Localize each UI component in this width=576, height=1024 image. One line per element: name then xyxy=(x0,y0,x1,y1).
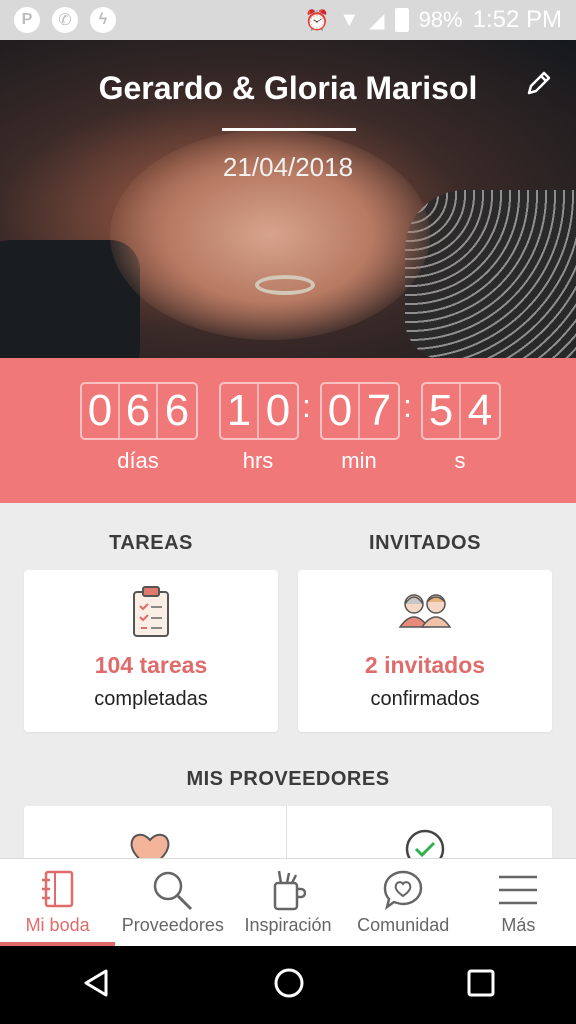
countdown-label-seconds: s xyxy=(454,448,466,473)
countdown-digit: 6 xyxy=(120,384,158,438)
countdown-hours: 1 0 xyxy=(219,382,299,440)
battery-icon xyxy=(394,8,409,32)
tab-label: Mi boda xyxy=(25,915,90,935)
title-divider xyxy=(222,128,356,131)
tareas-sub: completadas xyxy=(94,688,208,710)
menu-icon xyxy=(499,875,538,905)
tab-label: Más xyxy=(501,915,536,935)
tab-comunidad[interactable]: Comunidad xyxy=(346,859,461,946)
system-nav-bar xyxy=(0,946,576,1024)
notebook-icon xyxy=(41,870,73,908)
tab-mas[interactable]: Más xyxy=(461,859,576,946)
countdown-colon: : xyxy=(302,388,311,424)
recents-icon[interactable] xyxy=(466,968,496,1003)
invitados-count: 2 invitados xyxy=(364,652,486,678)
countdown-label-minutes: min xyxy=(341,448,377,473)
alarm-icon: ⏰ xyxy=(304,9,330,32)
guests-icon xyxy=(398,590,452,633)
pencil-icon[interactable] xyxy=(524,68,554,98)
photo-ring xyxy=(255,275,315,295)
countdown-digit: 0 xyxy=(82,384,120,438)
countdown: 0 6 6 1 0 : 0 7 : 5 4 días hrs min s xyxy=(0,358,576,503)
tab-label: Comunidad xyxy=(357,915,450,935)
status-bar: P ✆ ϟ ⏰ ▼ ◢ 98% 1:52 PM xyxy=(0,0,576,40)
countdown-digit: 6 xyxy=(164,386,190,435)
proveedores-card[interactable] xyxy=(24,806,552,866)
chat-heart-icon xyxy=(383,870,423,910)
tab-label: Inspiración xyxy=(244,915,332,935)
tareas-card[interactable]: 104 tareas completadas xyxy=(24,570,278,732)
battery-level: 98% xyxy=(418,7,463,32)
tab-mi-boda[interactable]: Mi boda xyxy=(0,859,116,946)
wifi-icon: ▼ xyxy=(339,8,360,31)
invitados-title: INVITADOS xyxy=(369,532,481,554)
hero-photo: Gerardo & Gloria Marisol 21/04/2018 xyxy=(0,40,576,358)
countdown-label-days: días xyxy=(117,448,159,473)
couple-name: Gerardo & Gloria Marisol xyxy=(98,70,478,106)
clock: 1:52 PM xyxy=(472,6,562,33)
invitados-sub: confirmados xyxy=(370,688,480,710)
search-icon xyxy=(153,871,192,911)
home-icon[interactable] xyxy=(272,966,306,1005)
tab-inspiracion[interactable]: Inspiración xyxy=(230,859,345,946)
tab-label: Proveedores xyxy=(121,915,224,935)
invitados-card[interactable]: 2 invitados confirmados xyxy=(298,570,552,732)
back-icon[interactable] xyxy=(80,967,112,1004)
tareas-title: TAREAS xyxy=(109,532,193,554)
tareas-count: 104 tareas xyxy=(94,652,208,678)
countdown-label-hours: hrs xyxy=(242,448,274,473)
pinterest-icon: P xyxy=(14,7,40,33)
whatsapp-icon: ✆ xyxy=(52,7,78,33)
proveedores-title: MIS PROVEEDORES xyxy=(186,768,390,790)
countdown-days: 0 6 6 xyxy=(80,382,198,440)
countdown-digit: 5 xyxy=(423,384,461,438)
clipboard-icon xyxy=(131,584,171,643)
proveedores-divider xyxy=(286,806,287,866)
countdown-seconds: 5 4 xyxy=(421,382,501,440)
bottom-tab-bar: Mi boda Proveedores Inspiración Comunida… xyxy=(0,858,576,946)
signal-icon: ◢ xyxy=(369,9,385,32)
countdown-digit: 4 xyxy=(467,386,493,435)
photo-microphone xyxy=(405,190,576,358)
countdown-digit: 1 xyxy=(221,384,259,438)
inspiration-icon xyxy=(273,870,306,911)
countdown-minutes: 0 7 xyxy=(320,382,400,440)
countdown-colon: : xyxy=(403,388,412,424)
countdown-digit: 7 xyxy=(366,386,392,435)
countdown-digit: 0 xyxy=(322,384,360,438)
wedding-date: 21/04/2018 xyxy=(222,152,354,182)
countdown-digit: 0 xyxy=(265,386,291,435)
tab-proveedores[interactable]: Proveedores xyxy=(115,859,230,946)
messenger-icon: ϟ xyxy=(90,7,116,33)
